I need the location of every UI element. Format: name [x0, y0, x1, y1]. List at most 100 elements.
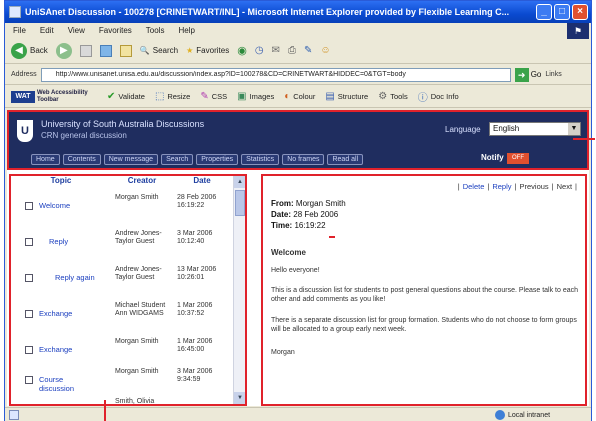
table-row[interactable]: Reply Andrew Jones-Taylor Guest 3 Mar 20… [11, 228, 233, 264]
nav-new-message[interactable]: New message [103, 154, 159, 165]
topic-link[interactable]: Welcome [39, 201, 99, 210]
expand-checkbox[interactable] [25, 274, 33, 282]
address-bar: Address ➜ Go Links [5, 65, 591, 85]
notify-label[interactable]: Notify [481, 153, 504, 162]
nav-statistics[interactable]: Statistics [241, 154, 280, 165]
resize-menu[interactable]: ⬚ Resize [155, 91, 190, 102]
table-row[interactable]: Smith, Olivia [11, 396, 233, 404]
date-cell: 28 Feb 2006 16:19:22 [177, 194, 217, 209]
message-paragraph: There is a separate discussion list for … [271, 317, 577, 333]
scroll-thumb[interactable] [235, 190, 245, 216]
menu-favorites[interactable]: Favorites [99, 26, 132, 35]
links-label[interactable]: Links [545, 71, 561, 78]
topic-link[interactable]: Reply [49, 237, 109, 246]
minimize-button[interactable]: _ [536, 4, 552, 20]
ie-page-icon [9, 6, 21, 18]
menu-help[interactable]: Help [178, 26, 194, 35]
forward-button[interactable]: ▶ [55, 42, 72, 59]
nav-search[interactable]: Search [161, 154, 194, 165]
expand-checkbox[interactable] [25, 238, 33, 246]
back-button[interactable]: ◀ Back [11, 42, 48, 59]
search-button[interactable]: 🔍 Search [140, 46, 178, 55]
menu-tools[interactable]: Tools [146, 26, 165, 35]
search-label: Search [152, 46, 179, 55]
creator-cell: Morgan Smith [115, 194, 159, 201]
annotation-pointer [573, 138, 595, 140]
menu-view[interactable]: View [68, 26, 85, 35]
topics-scrollbar[interactable]: ▲ ▼ [233, 176, 245, 404]
menu-edit[interactable]: Edit [40, 26, 54, 35]
topic-link[interactable]: Course discussion [39, 375, 99, 393]
images-menu[interactable]: ▣ Images [237, 91, 274, 102]
title-bar[interactable]: UniSAnet Discussion - 100278 [CRINETWART… [5, 1, 591, 23]
column-date[interactable]: Date [173, 176, 231, 190]
topic-link[interactable]: Reply again [55, 273, 115, 282]
wat-logo: WAT Web Accessibility Toolbar [11, 90, 97, 104]
topics-table-header: Topic Creator Date [11, 176, 231, 190]
page-content: U University of South Australia Discussi… [7, 110, 595, 406]
favorites-button[interactable]: ★ Favorites [186, 46, 229, 55]
image-icon: ▣ [237, 91, 247, 102]
tools-menu[interactable]: ⚙ Tools [378, 91, 407, 102]
nav-contents[interactable]: Contents [62, 154, 101, 165]
expand-checkbox[interactable] [25, 310, 33, 318]
message-paragraph: This is a discussion list for students t… [271, 287, 579, 303]
date-cell: 1 Mar 2006 16:45:00 [177, 338, 213, 353]
nav-home[interactable]: Home [31, 154, 60, 165]
validate-menu[interactable]: ✔ Validate [107, 91, 145, 102]
scroll-down-icon[interactable]: ▼ [234, 392, 245, 404]
creator-cell: Morgan Smith [115, 368, 159, 375]
colour-menu[interactable]: ◐ Colour [284, 91, 315, 102]
university-title: University of South Australia Discussion… [41, 119, 205, 129]
message-subject: Welcome [271, 248, 306, 257]
media-icon[interactable]: ◉ [237, 44, 247, 57]
doc-info-menu[interactable]: ⓘ Doc Info [418, 89, 459, 104]
table-row[interactable]: Reply again Andrew Jones-Taylor Guest 13… [11, 264, 233, 300]
topic-link[interactable]: Exchange [39, 309, 99, 318]
notify-status-badge[interactable]: OFF [507, 153, 529, 164]
message-paragraph: Hello everyone! [271, 267, 320, 274]
language-value: English [493, 124, 520, 133]
table-row[interactable]: Exchange Michael Student Ann WIDGAMS 1 M… [11, 300, 233, 336]
palette-icon: ◐ [284, 91, 291, 102]
topic-link[interactable]: Exchange [39, 345, 99, 354]
language-label: Language [445, 125, 481, 134]
chevron-down-icon[interactable]: ▼ [568, 123, 580, 135]
column-topic[interactable]: Topic [11, 176, 111, 190]
maximize-button[interactable]: □ [554, 4, 570, 20]
delete-link[interactable]: Delete [463, 182, 485, 191]
home-icon[interactable] [119, 44, 132, 57]
mail-icon[interactable]: ✉ [272, 45, 280, 56]
stop-icon[interactable] [79, 44, 92, 57]
messenger-icon[interactable]: ☺ [320, 45, 330, 56]
table-row[interactable]: Welcome Morgan Smith 28 Feb 2006 16:19:2… [11, 192, 233, 228]
menu-file[interactable]: File [13, 26, 26, 35]
annotation-pointer [104, 400, 106, 421]
language-select[interactable]: English ▼ [489, 122, 581, 136]
creator-cell: Andrew Jones-Taylor Guest [115, 230, 162, 245]
annotation-pointer [329, 236, 335, 238]
structure-menu[interactable]: ▤ Structure [325, 91, 368, 102]
expand-checkbox[interactable] [25, 202, 33, 210]
nav-read-all[interactable]: Read all [327, 154, 364, 165]
refresh-icon[interactable] [99, 44, 112, 57]
reply-link[interactable]: Reply [492, 182, 511, 191]
scroll-up-icon[interactable]: ▲ [234, 176, 245, 188]
expand-checkbox[interactable] [25, 346, 33, 354]
print-icon[interactable]: ⎙ [288, 45, 296, 56]
address-input[interactable] [40, 67, 511, 82]
expand-checkbox[interactable] [25, 376, 33, 384]
css-menu[interactable]: ✎ CSS [200, 91, 227, 102]
nav-no-frames[interactable]: No frames [282, 154, 325, 165]
next-link[interactable]: Next [557, 182, 572, 191]
standard-toolbar: ◀ Back ▶ 🔍 Search ★ Favorites ◉ ◷ ✉ ⎙ ✎ … [5, 38, 591, 64]
history-icon[interactable]: ◷ [255, 45, 264, 56]
favorites-label: Favorites [196, 46, 230, 55]
close-button[interactable]: × [572, 4, 588, 20]
edit-icon[interactable]: ✎ [304, 45, 312, 56]
intranet-globe-icon [495, 410, 505, 420]
go-button[interactable]: ➜ Go [514, 67, 541, 82]
previous-link[interactable]: Previous [519, 182, 548, 191]
column-creator[interactable]: Creator [111, 176, 173, 190]
nav-properties[interactable]: Properties [196, 154, 239, 165]
